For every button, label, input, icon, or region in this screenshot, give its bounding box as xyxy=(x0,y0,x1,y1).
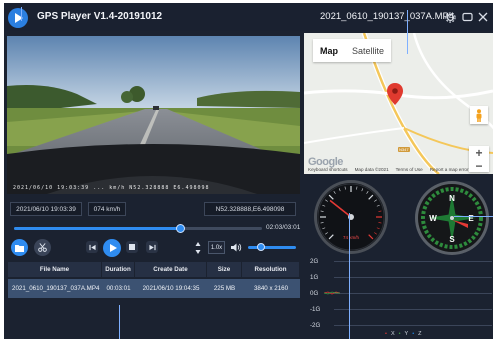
compass-label-w: W xyxy=(429,214,437,223)
open-folder-button[interactable] xyxy=(11,239,28,256)
gsensor-gridline xyxy=(334,293,492,294)
compass-label-s: S xyxy=(449,235,455,244)
window-restore-icon[interactable] xyxy=(460,10,474,24)
gear-icon[interactable] xyxy=(443,10,457,24)
gsensor-trace xyxy=(324,291,340,295)
file-title: 2021_0610_190137_037A.MP4 xyxy=(320,11,455,22)
playback-time: 02:03/03:01 xyxy=(266,224,301,231)
cell-duration: 00:03:01 xyxy=(106,285,131,292)
stop-button[interactable] xyxy=(126,241,138,253)
gsensor-gridline xyxy=(334,325,492,326)
tab-satellite[interactable]: Satellite xyxy=(345,39,391,62)
map-footer: Keyboard shortcuts Map data ©2021 Terms … xyxy=(304,165,493,174)
seek-handle[interactable] xyxy=(176,224,186,233)
compass-label-n: N xyxy=(449,194,455,203)
dashcam-scene xyxy=(7,36,300,194)
legend-y: Y xyxy=(404,331,409,337)
previous-file-button[interactable] xyxy=(86,241,98,253)
map-data-text: Map data ©2021 xyxy=(354,167,389,172)
cut-button[interactable] xyxy=(34,239,51,256)
video-frame[interactable]: 2021/06/10 19:03:39 ... km/h N52.328888 … xyxy=(7,36,300,194)
tab-map[interactable]: Map xyxy=(313,39,345,62)
cell-file-name: 2021_0610_190137_037A.MP4 xyxy=(12,285,100,292)
cell-resolution: 3840 x 2160 xyxy=(253,285,289,292)
cell-size: 225 MB xyxy=(213,285,236,292)
compass: N E S W xyxy=(414,180,490,261)
close-icon[interactable] xyxy=(476,10,490,24)
annotation-line xyxy=(407,10,408,54)
annotation-line xyxy=(454,216,493,217)
folder-icon xyxy=(15,244,24,252)
seek-bar-fill xyxy=(14,227,181,230)
app-title: GPS Player V1.4-20191012 xyxy=(37,11,163,22)
gsensor-label-0g: 0G xyxy=(310,290,319,297)
playback-speed[interactable]: 1.0x xyxy=(208,241,225,254)
gps-player-window: GPS Player V1.4-20191012 2021_0610_19013… xyxy=(4,3,493,339)
zoom-in-button[interactable]: + xyxy=(469,146,489,160)
skip-back-icon xyxy=(88,244,96,250)
table-row[interactable]: 2021_0610_190137_037A.MP4 00:03:01 2021/… xyxy=(8,279,300,298)
skip-forward-icon xyxy=(148,244,156,250)
datetime-display: 2021/06/10 19:03:39 xyxy=(10,202,82,216)
play-button[interactable] xyxy=(103,239,121,257)
column-header-create-date[interactable]: Create Date xyxy=(135,262,207,277)
terms-link[interactable]: Terms of Use xyxy=(396,167,423,172)
seek-bar[interactable] xyxy=(14,224,262,233)
next-file-button[interactable] xyxy=(146,241,158,253)
volume-slider[interactable] xyxy=(248,243,296,251)
annotation-line xyxy=(119,305,120,339)
annotation-line xyxy=(21,7,22,21)
speed-readout: 74 km/h xyxy=(343,235,360,240)
gsensor-label-minus-1g: -1G xyxy=(310,306,321,313)
volume-handle[interactable] xyxy=(256,243,265,251)
gsensor-legend: • X • Y • Z xyxy=(385,331,422,337)
file-table: File Name Duration Create Date Size Reso… xyxy=(8,262,300,298)
gsensor-label-2g: 2G xyxy=(310,258,319,265)
report-map-error-link[interactable]: Report a map error xyxy=(430,167,469,172)
coordinates-display: N52.328888,E6.498098 xyxy=(204,202,296,216)
volume-icon[interactable] xyxy=(230,241,242,253)
map-panel[interactable]: Map Satellite + − N347 Google Keyboard s… xyxy=(304,33,493,174)
title-bar: GPS Player V1.4-20191012 2021_0610_19013… xyxy=(4,3,493,31)
annotation-line xyxy=(349,213,350,339)
video-osd-text: 2021/06/10 19:03:39 ... km/h N52.328888 … xyxy=(13,185,210,191)
street-view-pegman-icon[interactable] xyxy=(470,106,488,124)
map-type-tabs: Map Satellite xyxy=(313,39,392,62)
gsensor-label-1g: 1G xyxy=(310,274,319,281)
app-logo-icon xyxy=(8,8,28,28)
keyboard-shortcuts-link[interactable]: Keyboard shortcuts xyxy=(308,167,348,172)
up-down-arrows-icon xyxy=(195,242,200,254)
speed-display: 074 km/h xyxy=(88,202,126,216)
gsensor-label-minus-2g: -2G xyxy=(310,322,321,329)
column-header-file-name[interactable]: File Name xyxy=(8,262,102,277)
column-header-size[interactable]: Size xyxy=(207,262,242,277)
speed-stepper[interactable] xyxy=(194,240,201,256)
stop-icon xyxy=(129,244,135,250)
info-row: 2021/06/10 19:03:39 074 km/h N52.328888,… xyxy=(4,199,304,219)
cell-create-date: 2021/06/10 19:04:35 xyxy=(142,285,200,292)
legend-z: Z xyxy=(418,331,422,337)
gsensor-gridline xyxy=(334,261,492,262)
column-header-duration[interactable]: Duration xyxy=(102,262,135,277)
road-label: N347 xyxy=(398,147,410,152)
scissors-icon xyxy=(38,243,47,252)
column-header-resolution[interactable]: Resolution xyxy=(242,262,300,277)
legend-x: X xyxy=(390,331,395,337)
table-header: File Name Duration Create Date Size Reso… xyxy=(8,262,300,277)
gsensor-gridline xyxy=(334,277,492,278)
gsensor-gridline xyxy=(334,309,492,310)
speedometer: 74 km/h xyxy=(313,179,389,260)
